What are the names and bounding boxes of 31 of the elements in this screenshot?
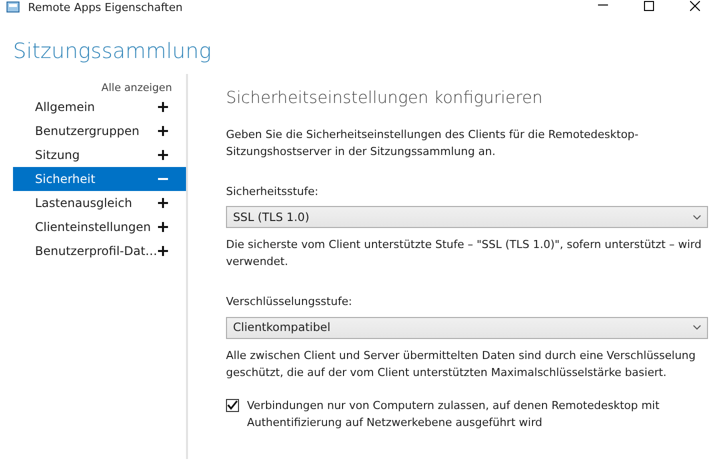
- app-icon: [6, 1, 20, 13]
- expand-icon[interactable]: [158, 126, 168, 136]
- sidebar-item[interactable]: Sitzung: [13, 143, 186, 167]
- chevron-icon: [693, 214, 701, 220]
- sidebar-item[interactable]: Clienteinstellungen: [13, 215, 186, 239]
- field-description: Alle zwischen Client und Server übermittelten Daten sind durch eine Verschlüsselung geschützt, die auf der vom Client unterstützten Maximalschlüsselstärke basiert.: [226, 348, 697, 381]
- section-title: Sicherheitseinstellungen konfigurieren: [226, 88, 544, 108]
- checkbox-label[interactable]: Verbindungen nur von Computern zulassen, auf denen Remotedesktop mit Authentifizierung auf Netzwerkebene ausgeführt wird: [247, 396, 708, 431]
- intro-text: Geben Sie die Sicherheitseinstellungen des Clients für die Remotedesktop-Sitzungshostserver in der Sitzungssammlung an.: [226, 126, 640, 160]
- expand-icon[interactable]: [158, 222, 168, 232]
- dropdown[interactable]: Clientkompatibel: [226, 316, 708, 339]
- sidebar-item[interactable]: Benutzerprofil-Dat…: [13, 239, 186, 263]
- field-label: Verschlüsselungsstufe:: [226, 295, 352, 308]
- checkbox[interactable]: [226, 398, 239, 412]
- expand-icon[interactable]: [158, 198, 168, 208]
- show-all-link[interactable]: Alle anzeigen: [101, 82, 172, 94]
- sidebar-item[interactable]: Allgemein: [13, 95, 186, 119]
- expand-icon[interactable]: [158, 102, 168, 112]
- maximize-icon: [644, 1, 654, 11]
- sidebar-item[interactable]: Benutzergruppen: [13, 119, 186, 143]
- close-icon: [690, 1, 700, 11]
- field-label: Sicherheitsstufe:: [226, 184, 318, 198]
- page-heading: Sitzungssammlung: [13, 38, 212, 65]
- sidebar-item[interactable]: Lastenausgleich: [13, 191, 186, 215]
- expand-icon[interactable]: [158, 150, 168, 160]
- field-description: Die sicherste vom Client unterstützte Stufe – "SSL (TLS 1.0)", sofern unterstützt – wird verwendet.: [226, 237, 702, 270]
- window-title: Remote Apps Eigenschaften: [28, 1, 183, 15]
- dropdown[interactable]: SSL (TLS 1.0): [226, 206, 708, 228]
- chevron-icon: [693, 325, 701, 330]
- sidebar-item[interactable]: Sicherheit: [13, 167, 186, 191]
- expand-icon[interactable]: [158, 246, 168, 256]
